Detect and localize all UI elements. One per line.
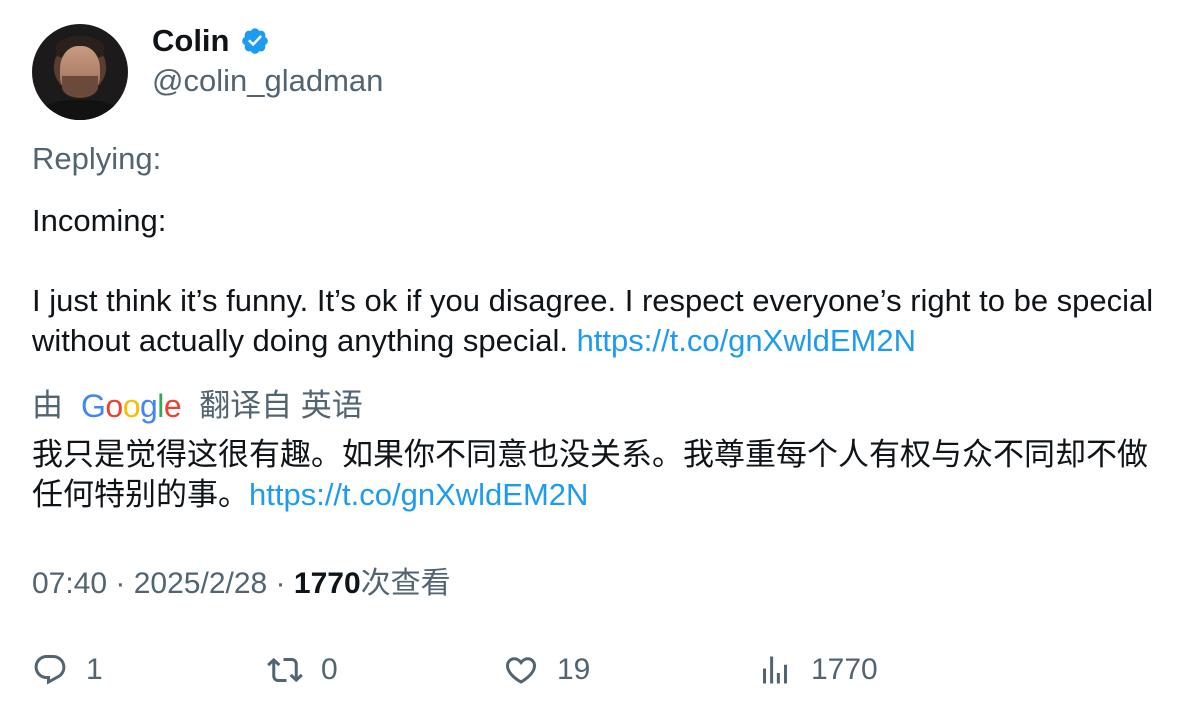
- translated-body: 我只是觉得这很有趣。如果你不同意也没关系。我尊重每个人有权与众不同却不做任何特别…: [32, 437, 1148, 512]
- translation-attribution: 由 Google 翻译自 英语: [32, 386, 363, 426]
- translation-suffix: 翻译自 英语: [199, 388, 363, 423]
- retweet-icon: [267, 657, 303, 683]
- verified-badge-icon: [241, 28, 268, 54]
- retweet-button[interactable]: 0: [267, 650, 338, 690]
- avatar[interactable]: [32, 24, 128, 120]
- meta-separator: ·: [267, 567, 294, 600]
- translation-prefix: 由: [32, 388, 63, 423]
- views-count: 1770: [293, 567, 361, 600]
- like-button[interactable]: 19: [503, 650, 590, 690]
- views-button[interactable]: 1770: [757, 650, 878, 690]
- avatar-shirt: [38, 100, 122, 120]
- tweet-link[interactable]: https://t.co/gnXwldEM2N: [577, 323, 916, 358]
- tweet-line-1: Incoming:: [32, 203, 167, 238]
- author-name-row[interactable]: Colin: [152, 22, 270, 60]
- analytics-icon: [763, 656, 787, 684]
- tweet-body: I just think it’s funny. It’s ok if you …: [32, 281, 1162, 361]
- google-logo: Google: [81, 388, 182, 424]
- tweet-time[interactable]: 07:40: [32, 567, 107, 600]
- avatar-beard: [62, 76, 98, 98]
- views-action-count: 1770: [811, 653, 878, 686]
- author-name[interactable]: Colin: [152, 22, 230, 60]
- views-label: 次查看: [360, 567, 451, 600]
- replying-label: Replying:: [32, 141, 162, 176]
- meta-separator: ·: [107, 567, 134, 600]
- translated-text: 我只是觉得这很有趣。如果你不同意也没关系。我尊重每个人有权与众不同却不做任何特别…: [32, 435, 1172, 515]
- reply-icon: [34, 655, 66, 685]
- retweet-count: 0: [321, 653, 338, 686]
- author-handle[interactable]: @colin_gladman: [152, 62, 383, 100]
- heart-icon: [505, 657, 537, 684]
- tweet-text: Incoming: I just think it’s funny. It’s …: [32, 201, 1162, 361]
- reply-count: 1: [86, 653, 103, 686]
- tweet-meta: 07:40 · 2025/2/28 · 1770次查看: [32, 564, 451, 604]
- like-count: 19: [557, 653, 591, 686]
- tweet-date[interactable]: 2025/2/28: [134, 567, 267, 600]
- reply-button[interactable]: 1: [32, 650, 103, 690]
- translated-link[interactable]: https://t.co/gnXwldEM2N: [249, 477, 588, 512]
